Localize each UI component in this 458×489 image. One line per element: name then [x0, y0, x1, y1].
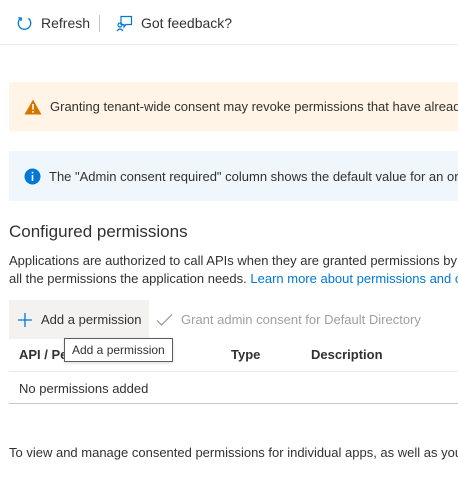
info-text: The "Admin consent required" column show…: [49, 168, 458, 184]
feedback-label: Got feedback?: [141, 15, 233, 31]
description-line-2-text: all the permissions the application need…: [9, 271, 251, 286]
command-bar: Refresh Got feedback?: [0, 0, 458, 45]
grant-admin-consent-button[interactable]: Grant admin consent for Default Director…: [156, 300, 421, 339]
refresh-icon: [16, 15, 33, 32]
toolbar-separator: [99, 15, 100, 32]
add-permission-tooltip: Add a permission: [64, 338, 173, 362]
add-permission-label: Add a permission: [41, 312, 142, 327]
learn-more-link[interactable]: Learn more about permissions and c: [250, 271, 458, 286]
warning-text: Granting tenant-wide consent may revoke …: [50, 99, 458, 114]
table-header-divider: [9, 371, 458, 372]
grant-admin-consent-label: Grant admin consent for Default Director…: [181, 312, 421, 327]
checkmark-icon: [156, 313, 173, 327]
column-header-type[interactable]: Type: [231, 347, 260, 362]
info-icon: [24, 168, 41, 185]
section-description: Applications are authorized to call APIs…: [9, 252, 458, 288]
warning-banner: Granting tenant-wide consent may revoke …: [9, 82, 458, 131]
info-banner: The "Admin consent required" column show…: [9, 151, 458, 201]
empty-table-message: No permissions added: [19, 381, 149, 396]
feedback-button[interactable]: Got feedback?: [116, 12, 232, 34]
table-bottom-divider: [9, 403, 458, 404]
column-header-description[interactable]: Description: [311, 347, 383, 362]
column-header-api[interactable]: API / Pe: [19, 347, 67, 362]
refresh-label: Refresh: [41, 15, 91, 31]
description-line-1: Applications are authorized to call APIs…: [9, 253, 458, 268]
footer-text: To view and manage consented permissions…: [9, 445, 458, 460]
add-permission-button[interactable]: Add a permission: [9, 300, 149, 339]
plus-icon: [17, 312, 33, 328]
feedback-icon: [116, 15, 133, 32]
description-line-2: all the permissions the application need…: [9, 270, 458, 288]
refresh-button[interactable]: Refresh: [16, 12, 90, 34]
warning-icon: [24, 99, 42, 115]
section-title: Configured permissions: [9, 222, 188, 241]
